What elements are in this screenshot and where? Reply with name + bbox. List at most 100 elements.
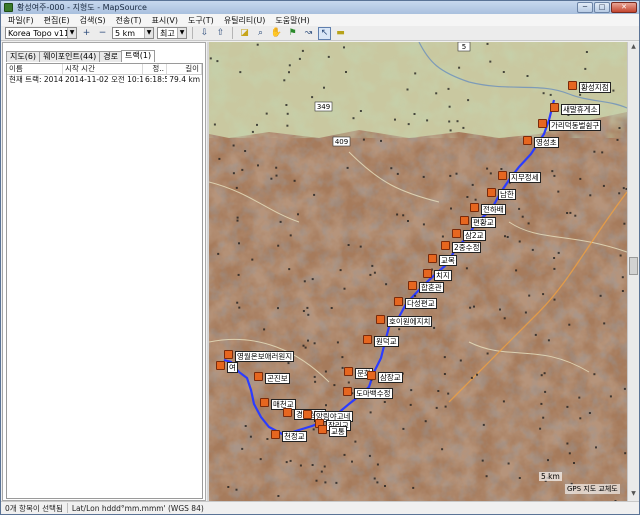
waypoint-label[interactable]: 지무정세	[509, 172, 541, 183]
waypoint-label[interactable]: 천정교	[282, 431, 307, 442]
waypoint-marker-icon[interactable]	[428, 254, 437, 263]
scale-select[interactable]: 5 km ▼	[112, 27, 154, 39]
waypoint-marker-icon[interactable]	[460, 216, 469, 225]
waypoint-marker-icon[interactable]	[260, 398, 269, 407]
tab-waypoints[interactable]: 웨이포인트(44)	[39, 51, 101, 62]
waypoint-label[interactable]: 새말휴게소	[561, 104, 600, 115]
selection-tool-button[interactable]: ↖	[318, 26, 331, 40]
waypoint-marker-icon[interactable]	[363, 335, 372, 344]
building-dot	[346, 166, 349, 169]
waypoint-marker-icon[interactable]	[303, 410, 312, 419]
map-scale-label: 5 km	[539, 472, 562, 481]
waypoint-label[interactable]: 치지	[434, 270, 452, 281]
menu-view[interactable]: 표시(V)	[147, 15, 183, 26]
zoom-in-button[interactable]: +	[80, 27, 93, 40]
waypoint-marker-icon[interactable]	[224, 350, 233, 359]
waypoint-marker-icon[interactable]	[271, 430, 280, 439]
waypoint-marker-icon[interactable]	[487, 188, 496, 197]
waypoint-marker-icon[interactable]	[550, 103, 559, 112]
close-button[interactable]: ✕	[611, 2, 637, 13]
waypoint-label[interactable]: 영월온보애러원지	[235, 351, 295, 362]
send-to-device-button[interactable]: ⇧	[214, 27, 227, 40]
tab-maps[interactable]: 지도(6)	[6, 51, 41, 62]
map-scrollbar[interactable]: ▲ ▼	[627, 42, 639, 501]
waypoint-marker-icon[interactable]	[283, 408, 292, 417]
waypoint-label[interactable]: 원덕교	[374, 336, 399, 347]
waypoint-label[interactable]: 편황교	[471, 217, 496, 228]
waypoint-label[interactable]: 다성편교	[405, 298, 437, 309]
menu-file[interactable]: 파일(F)	[3, 15, 39, 26]
waypoint-label[interactable]: 교통	[329, 426, 347, 437]
waypoint-label[interactable]: 교목	[439, 255, 457, 266]
building-dot	[341, 356, 344, 359]
detail-select[interactable]: 최고 ▼	[157, 27, 187, 39]
waypoint-label[interactable]: 삼장교	[378, 372, 403, 383]
menu-search[interactable]: 검색(S)	[75, 15, 111, 26]
waypoint-marker-icon[interactable]	[423, 269, 432, 278]
zoom-tool-button[interactable]: ⌕	[254, 27, 267, 40]
waypoint-marker-icon[interactable]	[394, 297, 403, 306]
tab-routes[interactable]: 경로	[99, 51, 123, 62]
menu-help[interactable]: 도움말(H)	[270, 15, 314, 26]
scroll-up-icon[interactable]: ▲	[629, 43, 638, 53]
building-dot	[573, 462, 575, 464]
waypoint-label[interactable]: 합혼관	[419, 282, 444, 293]
waypoint-label[interactable]: 호이원에지치	[387, 316, 433, 327]
waypoint-tool-button[interactable]: ⚑	[286, 27, 299, 40]
waypoint-label[interactable]: 영성초	[534, 137, 559, 148]
maximize-button[interactable]: □	[594, 2, 610, 13]
waypoint-marker-icon[interactable]	[376, 315, 385, 324]
waypoint-marker-icon[interactable]	[344, 367, 353, 376]
waypoint-label[interactable]: 삼2교	[463, 230, 486, 241]
map-tool-button[interactable]: ◪	[238, 27, 251, 40]
building-dot	[574, 214, 577, 217]
waypoint-marker-icon[interactable]	[254, 372, 263, 381]
menu-tools[interactable]: 도구(T)	[183, 15, 219, 26]
menu-edit[interactable]: 편집(E)	[39, 15, 75, 26]
waypoint-label[interactable]: 전하배	[481, 204, 506, 215]
column-header-length[interactable]: 길이	[167, 64, 202, 74]
pan-tool-button[interactable]: ✋	[270, 27, 283, 40]
scroll-down-icon[interactable]: ▼	[629, 490, 638, 500]
scroll-thumb[interactable]	[629, 257, 638, 275]
waypoint-marker-icon[interactable]	[523, 136, 532, 145]
waypoint-label[interactable]: 황성지점	[579, 82, 611, 93]
menu-transfer[interactable]: 전송(T)	[111, 15, 147, 26]
column-header-duration[interactable]: 정..	[143, 64, 167, 74]
minimize-button[interactable]: ─	[577, 2, 593, 13]
waypoint-marker-icon[interactable]	[318, 425, 327, 434]
building-dot	[593, 150, 596, 153]
waypoint-marker-icon[interactable]	[441, 241, 450, 250]
waypoint-marker-icon[interactable]	[568, 81, 577, 90]
map-product-select[interactable]: Korea Topo v11 ▼	[5, 27, 77, 39]
measure-tool-button[interactable]: ▬	[334, 27, 347, 40]
waypoint-label[interactable]: 남한	[498, 189, 516, 200]
map-view[interactable]: 5 349 409 황성지점 새말휴게소 가리덕동벌쉼구 영성초 지무정세 남한 전하배 편황…	[209, 42, 627, 501]
tab-tracks[interactable]: 트랙(1)	[121, 50, 156, 62]
waypoint-label[interactable]: 여	[227, 362, 238, 373]
waypoint-marker-icon[interactable]	[538, 119, 547, 128]
building-dot	[455, 172, 458, 175]
table-row[interactable]: 현재 트랙: 2014... 2014-11-02 오전 10:19:... 6…	[7, 75, 202, 85]
column-header-name[interactable]: 이름	[7, 64, 63, 74]
waypoint-label[interactable]: 도마백수정	[354, 388, 393, 399]
pointer-icon: ↖	[320, 28, 329, 38]
waypoint-marker-icon[interactable]	[343, 387, 352, 396]
waypoint-marker-icon[interactable]	[452, 229, 461, 238]
map-product-value: Korea Topo v11	[8, 28, 70, 38]
waypoint-label[interactable]: 2중수정	[452, 242, 482, 253]
column-header-start-time[interactable]: 시작 시간	[63, 64, 143, 74]
menu-utilities[interactable]: 유틸리티(U)	[219, 15, 271, 26]
waypoint-marker-icon[interactable]	[408, 281, 417, 290]
route-tool-button[interactable]: ↝	[302, 27, 315, 40]
building-dot	[385, 283, 388, 286]
receive-from-device-button[interactable]: ⇩	[198, 27, 211, 40]
waypoint-marker-icon[interactable]	[470, 203, 479, 212]
waypoint-label[interactable]: 가리덕동벌쉼구	[549, 120, 602, 131]
zoom-out-button[interactable]: −	[96, 27, 109, 40]
waypoint-marker-icon[interactable]	[498, 171, 507, 180]
waypoint-marker-icon[interactable]	[216, 361, 225, 370]
building-dot	[470, 376, 473, 379]
waypoint-label[interactable]: 곤진보	[265, 373, 290, 384]
waypoint-marker-icon[interactable]	[367, 371, 376, 380]
